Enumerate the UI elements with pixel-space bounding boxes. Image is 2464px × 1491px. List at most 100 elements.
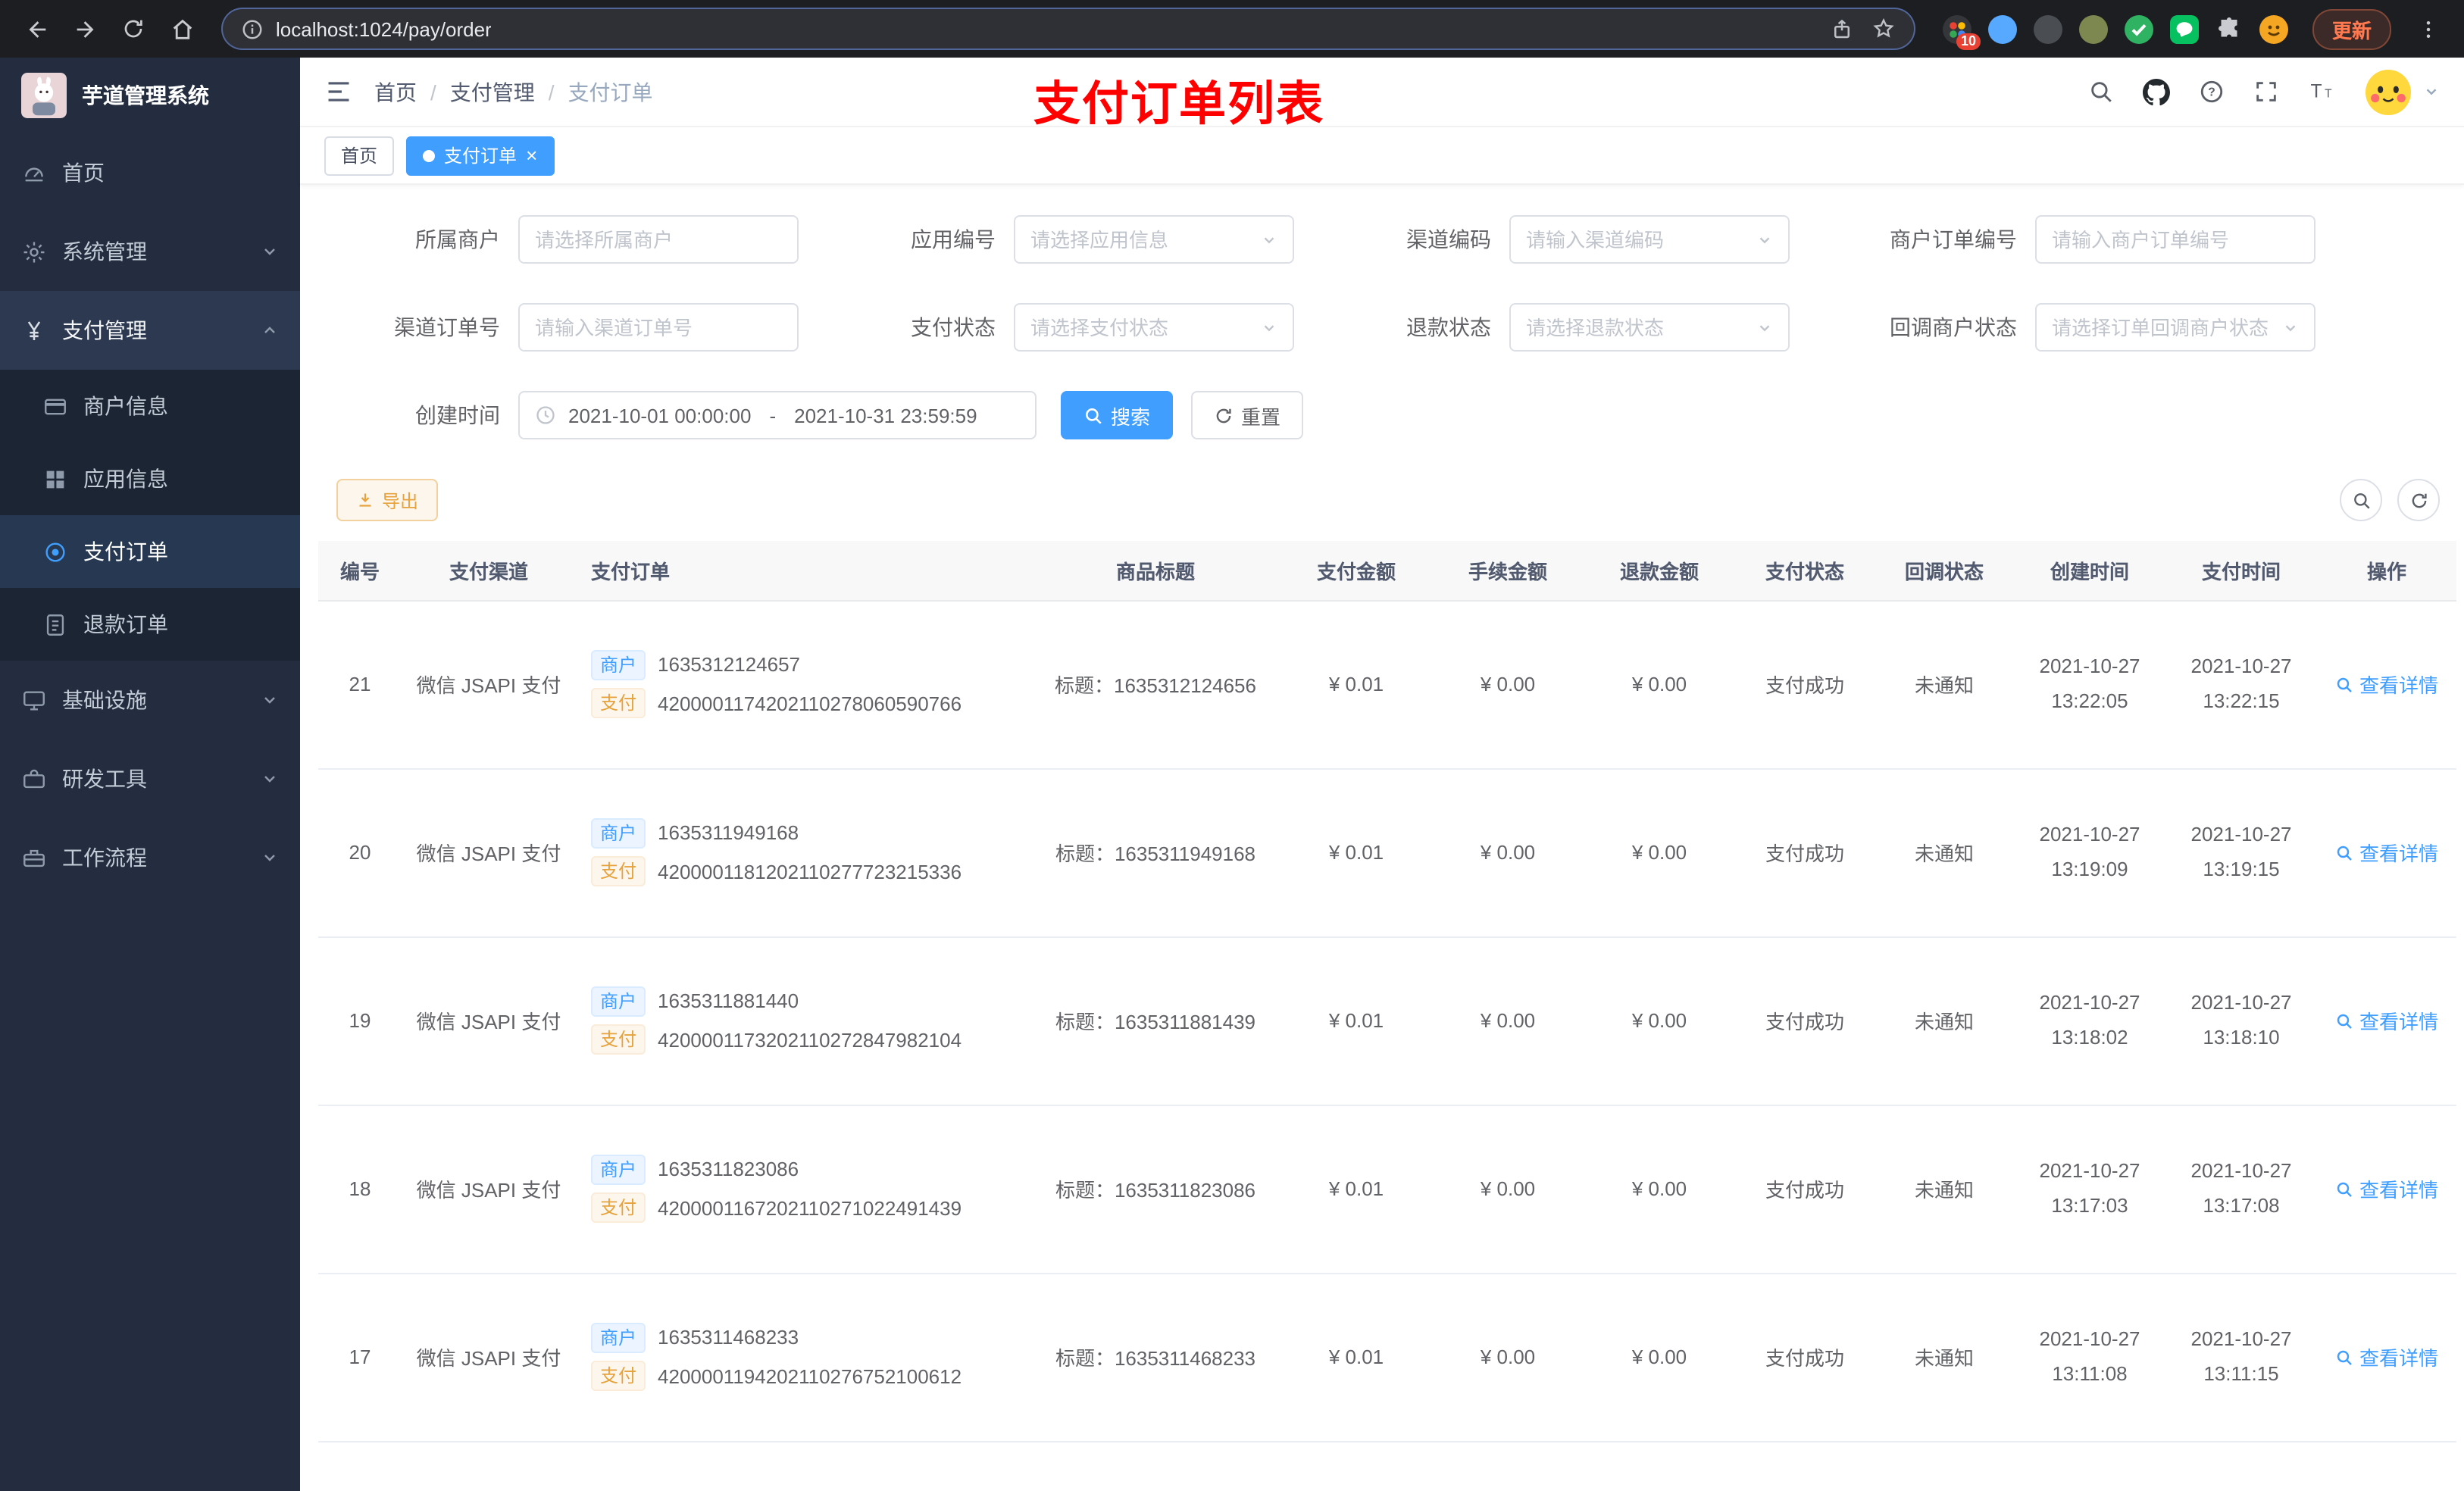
sidebar-logo: 芋道管理系统	[0, 58, 300, 133]
col-create-time: 创建时间	[2014, 541, 2165, 601]
sidebar-item-workflow[interactable]: 工作流程	[0, 818, 300, 897]
breadcrumb-home[interactable]: 首页	[374, 77, 417, 107]
header-github-button[interactable]	[2143, 78, 2170, 105]
view-detail-link[interactable]: 查看详情	[2335, 1343, 2438, 1371]
site-info-icon[interactable]	[241, 17, 264, 40]
header-search-button[interactable]	[2088, 79, 2114, 105]
refund-status-input[interactable]	[1526, 316, 1747, 339]
fullscreen-icon	[2256, 82, 2276, 102]
browser-home-button[interactable]	[161, 8, 203, 50]
extension-drop-icon[interactable]	[1987, 14, 2017, 43]
extension-colordots-icon[interactable]: 10	[1942, 14, 1981, 49]
breadcrumb-payment[interactable]: 支付管理	[450, 77, 535, 107]
pay-status-select[interactable]	[1014, 303, 1294, 352]
owner-select[interactable]	[518, 215, 799, 264]
sidebar-item-merchant-info[interactable]: 商户信息	[0, 370, 300, 442]
extension-chat-icon[interactable]	[2169, 14, 2199, 43]
channel-code-select[interactable]	[1509, 215, 1790, 264]
app-select[interactable]	[1014, 215, 1294, 264]
view-detail-link[interactable]: 查看详情	[2335, 670, 2438, 699]
channel-order-no-input[interactable]	[535, 316, 782, 339]
tag-pay-order[interactable]: 支付订单 ×	[406, 136, 555, 175]
sidebar-collapse-button[interactable]	[324, 77, 353, 106]
app-input[interactable]	[1030, 228, 1252, 251]
extension-dark-icon[interactable]	[2033, 14, 2062, 43]
sidebar-item-infra[interactable]: 基础设施	[0, 661, 300, 739]
browser-update-button[interactable]: 更新	[2312, 8, 2391, 49]
export-button[interactable]: 导出	[336, 479, 439, 521]
sidebar-item-dev-tools[interactable]: 研发工具	[0, 739, 300, 818]
header-fontsize-button[interactable]: TT	[2308, 79, 2337, 105]
channel-order-no-field[interactable]	[518, 303, 799, 352]
refresh-table-button[interactable]	[2397, 479, 2440, 521]
yen-icon	[27, 320, 41, 340]
view-detail-link[interactable]: 查看详情	[2335, 1174, 2438, 1203]
chevron-down-icon	[2285, 324, 2296, 331]
toggle-search-button[interactable]	[2340, 479, 2382, 521]
notify-status-select[interactable]	[2035, 303, 2315, 352]
view-detail-link[interactable]: 查看详情	[2335, 1006, 2438, 1035]
field-label: 渠道编码	[1406, 227, 1491, 252]
svg-text:T: T	[2311, 82, 2322, 102]
extension-olive-icon[interactable]	[2078, 14, 2108, 43]
search-icon	[2337, 677, 2352, 692]
pay-order-no: 4200001167202110271022491439	[658, 1196, 962, 1220]
extension-check-icon[interactable]	[2124, 14, 2153, 43]
pay-order-no: 4200001173202110272847982104	[658, 1028, 962, 1052]
browser-menu-button[interactable]	[2406, 8, 2449, 50]
view-detail-link[interactable]: 查看详情	[2335, 838, 2438, 867]
browser-profile-avatar[interactable]	[2259, 14, 2288, 43]
notify-status-input[interactable]	[2052, 316, 2273, 339]
header-help-button[interactable]: ?	[2199, 79, 2225, 105]
table-row: 21 微信 JSAPI 支付 商户 1635312124657 支付 4200001…	[318, 600, 2456, 769]
search-button[interactable]: 搜索	[1061, 391, 1174, 439]
sidebar-item-app-info[interactable]: 应用信息	[0, 442, 300, 515]
sidebar-item-pay-order[interactable]: 支付订单	[0, 515, 300, 588]
tag-close-icon[interactable]: ×	[526, 145, 537, 165]
owner-input[interactable]	[535, 228, 782, 251]
reset-button[interactable]: 重置	[1191, 391, 1304, 439]
tag-home[interactable]: 首页	[324, 136, 395, 175]
merchant-order-no-field[interactable]	[2035, 215, 2315, 264]
sidebar-item-label: 支付订单	[83, 539, 168, 564]
logo-avatar	[21, 73, 67, 118]
sidebar-item-label: 退款订单	[83, 612, 168, 636]
browser-back-button[interactable]	[15, 8, 58, 50]
browser-reload-button[interactable]	[112, 8, 155, 50]
home-icon	[172, 18, 192, 39]
check-glyph	[2131, 23, 2147, 36]
merchant-order-no-input[interactable]	[2052, 228, 2299, 251]
cell-status	[1735, 1441, 1875, 1491]
cell-title: 标题：1635311949168	[1030, 768, 1280, 937]
cell-pay-time: 2021-10-27 13:18:10	[2165, 936, 2317, 1105]
share-icon[interactable]	[1831, 17, 1853, 40]
chevron-down-icon	[1264, 324, 1274, 331]
cell-id: 18	[318, 1105, 402, 1274]
user-menu[interactable]	[2366, 69, 2440, 114]
bookmark-star-icon[interactable]	[1871, 17, 1896, 41]
cell-pay-order: 商户 1635311949168 支付 4200001181202110277723…	[576, 768, 1030, 937]
cell-create-time: 2021-10-27 13:19:09	[2014, 768, 2165, 937]
tag-label: 支付订单	[444, 145, 518, 167]
search-icon	[2091, 82, 2112, 102]
cell-create-time: 2021-10-27 13:11:08	[2014, 1273, 2165, 1442]
field-label: 渠道订单号	[394, 315, 500, 339]
col-actions: 操作	[2317, 541, 2456, 601]
refund-status-select[interactable]	[1509, 303, 1790, 352]
pay-status-input[interactable]	[1030, 316, 1252, 339]
browser-forward-button[interactable]	[64, 8, 106, 50]
sidebar-item-system[interactable]: 系统管理	[0, 212, 300, 291]
create-time-range-picker[interactable]: 2021-10-01 00:00:00 - 2021-10-31 23:59:5…	[518, 391, 1037, 439]
extensions-puzzle-icon[interactable]	[2215, 15, 2243, 42]
address-bar[interactable]: localhost:1024/pay/order	[221, 8, 1915, 50]
sidebar-item-payment[interactable]: 支付管理	[0, 291, 300, 370]
cell-notify	[1875, 1441, 2014, 1491]
channel-code-input[interactable]	[1526, 228, 1747, 251]
col-title: 商品标题	[1030, 541, 1280, 601]
cell-fee: ¥ 0.00	[1432, 936, 1584, 1105]
breadcrumb-current: 支付订单	[568, 80, 653, 104]
sidebar-item-refund-order[interactable]: 退款订单	[0, 588, 300, 661]
sidebar-item-home[interactable]: 首页	[0, 133, 300, 212]
github-icon	[2143, 78, 2170, 105]
header-fullscreen-button[interactable]	[2253, 79, 2279, 105]
